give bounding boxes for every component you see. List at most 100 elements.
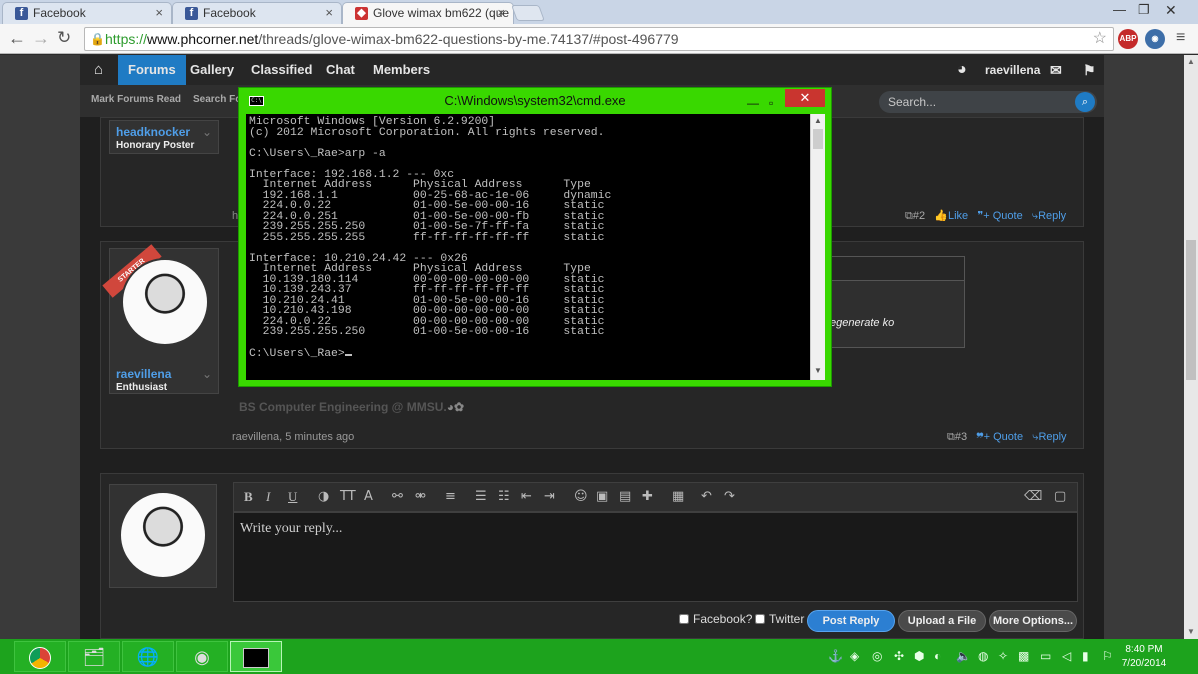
twitter-share-toggle[interactable]: Twitter	[755, 612, 804, 626]
redo-icon[interactable]: ↷	[724, 489, 735, 504]
nav-members[interactable]: Members	[363, 55, 440, 85]
mail-icon[interactable]: ✉	[1040, 55, 1072, 85]
speaker-icon[interactable]: ◁	[1062, 649, 1071, 663]
italic-button[interactable]: I	[266, 489, 270, 505]
adblock-plus-icon[interactable]: ABP	[1118, 29, 1138, 49]
save-draft-icon[interactable]: ▦	[672, 489, 684, 504]
unlink-icon[interactable]: ⚮	[415, 489, 426, 504]
file-explorer-taskbar-icon[interactable]: 🗂	[68, 641, 120, 672]
nav-classified[interactable]: Classified	[241, 55, 322, 85]
extension-icon[interactable]: ◉	[1145, 29, 1165, 49]
chevron-down-icon[interactable]: ⌄	[202, 367, 212, 381]
media-icon[interactable]: ▤	[619, 489, 631, 504]
tray-icon[interactable]: ⬢	[914, 649, 924, 663]
upload-file-button[interactable]: Upload a File	[898, 610, 986, 632]
underline-button[interactable]: U	[288, 489, 297, 505]
close-icon[interactable]: ×	[155, 5, 163, 20]
reply-link[interactable]: ⤷Reply	[1032, 210, 1066, 222]
address-bar[interactable]: 🔒 https://www.phcorner.net/threads/glove-…	[84, 27, 1114, 51]
nav-forums[interactable]: Forums	[118, 55, 186, 85]
scroll-up-icon[interactable]: ▲	[1187, 57, 1195, 66]
outdent-icon[interactable]: ⇤	[521, 489, 532, 504]
maximize-icon[interactable]: ❐	[1138, 2, 1150, 18]
image-icon[interactable]: ▣	[596, 489, 608, 504]
tab-facebook-2[interactable]: f Facebook ×	[172, 2, 342, 24]
home-icon[interactable]: ⌂	[84, 55, 113, 85]
internet-explorer-taskbar-icon[interactable]: 🌐	[122, 641, 174, 672]
cmd-output[interactable]: Microsoft Windows [Version 6.2.9200] (c) …	[246, 114, 818, 380]
close-window-icon[interactable]: ✕	[1165, 2, 1177, 19]
align-icon[interactable]: ≡	[445, 489, 456, 504]
scroll-up-icon[interactable]: ▲	[814, 116, 822, 125]
facebook-checkbox[interactable]	[679, 614, 689, 624]
cmd-scrollbar[interactable]: ▲ ▼	[810, 114, 825, 380]
avatar[interactable]	[121, 258, 209, 346]
link-icon[interactable]: ⚯	[392, 489, 403, 504]
tab-facebook-1[interactable]: f Facebook ×	[2, 2, 172, 24]
facebook-share-toggle[interactable]: Facebook?	[679, 612, 752, 626]
tray-icon[interactable]: ✣	[894, 649, 904, 663]
bookmark-star-icon[interactable]: ☆	[1093, 28, 1107, 50]
reply-textarea[interactable]	[233, 512, 1078, 602]
chrome-taskbar-icon[interactable]	[14, 641, 66, 672]
search-icon[interactable]: ⌕	[1075, 92, 1095, 112]
bullet-list-icon[interactable]: ☰	[475, 489, 487, 504]
cmd-title-bar[interactable]: C:\ C:\Windows\system32\cmd.exe — ▫ ✕	[239, 88, 831, 114]
tray-icon[interactable]: ▩	[1018, 649, 1029, 663]
tray-icon[interactable]: ◐	[934, 649, 941, 663]
twitter-checkbox[interactable]	[755, 614, 765, 624]
tray-icon[interactable]: ◍	[978, 649, 988, 663]
tray-icon[interactable]: ◎	[872, 649, 882, 663]
page-scrollbar[interactable]: ▲ ▼	[1184, 55, 1198, 639]
user-avatar-icon[interactable]: ◕	[953, 55, 971, 85]
nav-chat[interactable]: Chat	[316, 55, 365, 85]
clock[interactable]: 8:40 PM 7/20/2014	[1118, 643, 1170, 671]
post-number[interactable]: ⧉#3	[947, 431, 967, 443]
remove-format-icon[interactable]: ⌫	[1024, 489, 1042, 504]
mark-forums-read-link[interactable]: Mark Forums Read	[91, 94, 181, 105]
close-icon[interactable]: ✕	[785, 89, 825, 107]
volume-icon[interactable]: 🔈	[956, 649, 971, 663]
tray-icon[interactable]: ✧	[998, 649, 1008, 663]
app-taskbar-icon[interactable]: ◉	[176, 641, 228, 672]
font-size-icon[interactable]: TT	[340, 489, 356, 504]
scroll-thumb[interactable]	[1186, 240, 1196, 380]
scroll-down-icon[interactable]: ▼	[1187, 627, 1195, 636]
smilie-icon[interactable]: ☺	[574, 489, 588, 504]
insert-icon[interactable]: ✚	[642, 489, 653, 504]
more-options-button[interactable]: More Options...	[989, 610, 1077, 632]
search-input[interactable]	[879, 91, 1074, 113]
quote-link[interactable]: ❞+ Quote	[976, 431, 1023, 443]
close-icon[interactable]: ×	[497, 5, 505, 20]
forward-icon[interactable]: →	[32, 28, 50, 48]
flag-icon[interactable]: ⚑	[1073, 55, 1106, 85]
post-username[interactable]: headknocker	[116, 125, 190, 139]
menu-icon[interactable]: ≡	[1176, 28, 1185, 48]
tab-phcorner[interactable]: ◆ Glove wimax bm622 (que ×	[342, 2, 514, 25]
post-reply-button[interactable]: Post Reply	[807, 610, 895, 632]
cmd-taskbar-icon[interactable]	[230, 641, 282, 672]
undo-icon[interactable]: ↶	[701, 489, 712, 504]
font-icon[interactable]: A	[364, 489, 373, 504]
nav-gallery[interactable]: Gallery	[180, 55, 244, 85]
reply-link[interactable]: ⤷Reply	[1032, 431, 1066, 443]
network-icon[interactable]: ▮	[1082, 649, 1089, 663]
battery-icon[interactable]: ▭	[1040, 649, 1051, 663]
action-center-icon[interactable]: ⚐	[1102, 649, 1113, 663]
back-icon[interactable]: ←	[8, 28, 26, 48]
post-username[interactable]: raevillena	[116, 367, 171, 381]
search-forums-link[interactable]: Search Fo	[193, 94, 241, 105]
maximize-icon[interactable]: ▫	[769, 90, 773, 116]
source-icon[interactable]: ▢	[1054, 489, 1066, 504]
minimize-icon[interactable]: —	[747, 90, 759, 116]
like-link[interactable]: 👍Like	[934, 210, 968, 222]
close-icon[interactable]: ×	[325, 5, 333, 20]
color-icon[interactable]: ◑	[318, 489, 329, 504]
indent-icon[interactable]: ⇥	[544, 489, 555, 504]
scroll-thumb[interactable]	[813, 129, 823, 149]
chevron-down-icon[interactable]: ⌄	[202, 125, 212, 139]
post-number[interactable]: ⧉#2	[905, 210, 925, 222]
numbered-list-icon[interactable]: ☷	[498, 489, 510, 504]
tray-icon[interactable]: ⚓	[828, 649, 843, 663]
bold-button[interactable]: B	[244, 489, 253, 505]
